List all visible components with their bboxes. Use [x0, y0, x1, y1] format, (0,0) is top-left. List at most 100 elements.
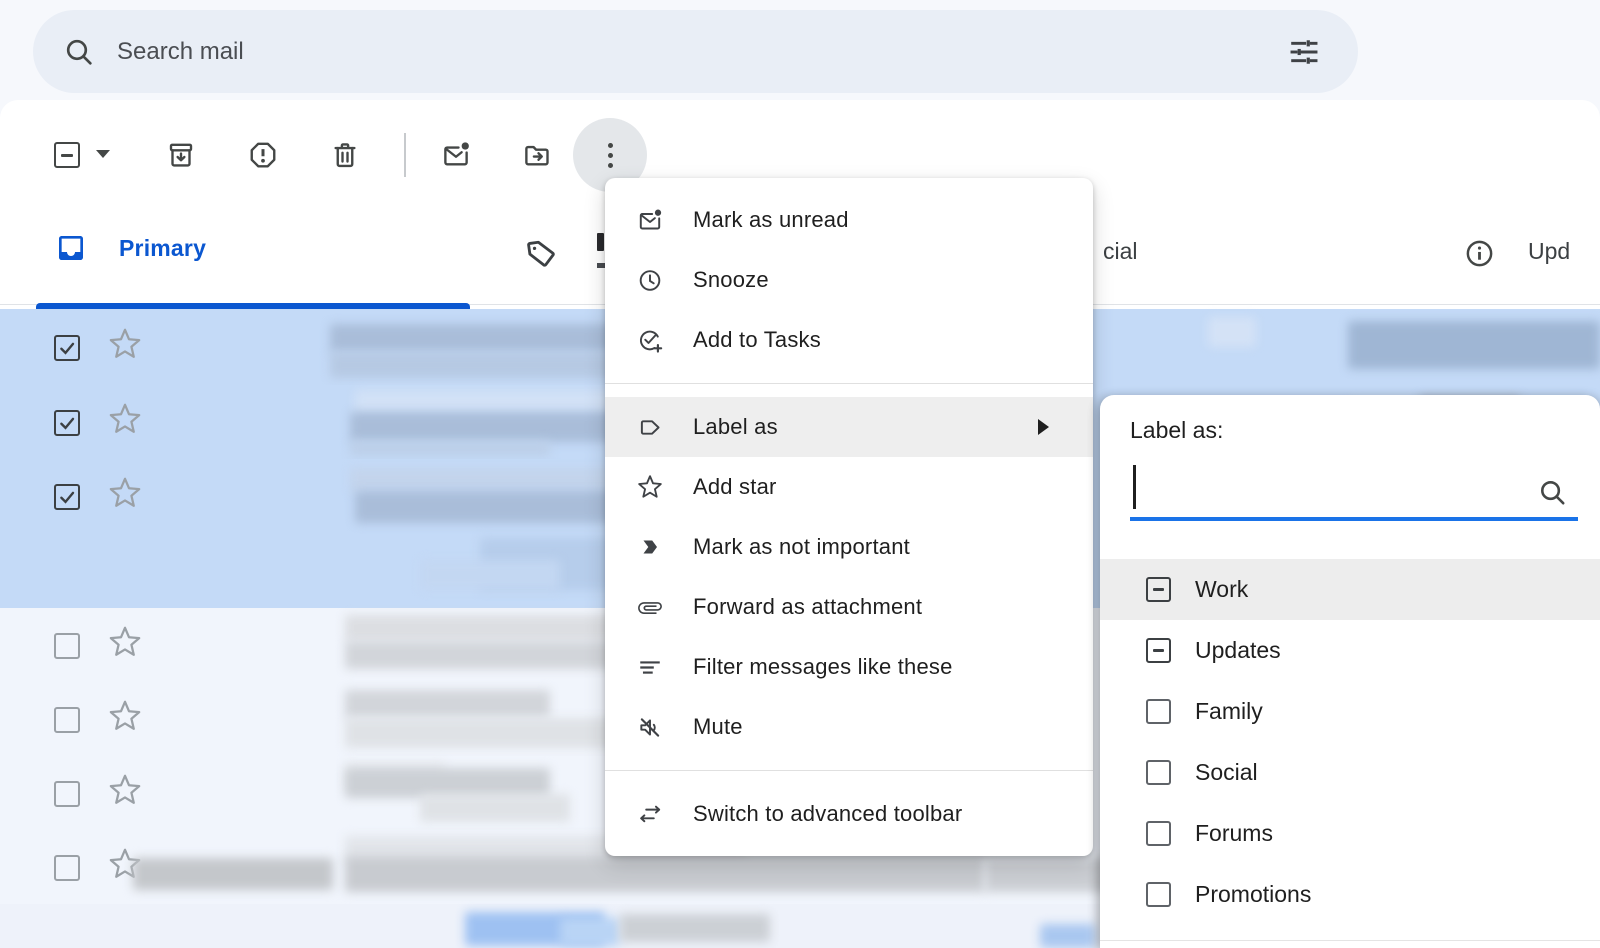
menu-item-label: Mark as not important	[693, 534, 910, 560]
search-input[interactable]: Search mail	[117, 38, 244, 66]
star-icon	[637, 473, 663, 501]
menu-item-label: Mute	[693, 714, 743, 740]
redacted-text-block	[420, 794, 570, 822]
menu-item-mark-as-unread[interactable]: Mark as unread	[605, 190, 1093, 250]
menu-item-add-star[interactable]: Add star	[605, 457, 1093, 517]
menu-item-label: Snooze	[693, 267, 769, 293]
search-icon	[1537, 477, 1568, 513]
star-icon[interactable]	[108, 773, 142, 812]
row-checkbox-checked[interactable]	[54, 335, 80, 361]
redacted-text-block	[560, 918, 620, 946]
menu-item-label: Filter messages like these	[693, 654, 953, 680]
menu-item-label: Forward as attachment	[693, 594, 922, 620]
row-checkbox[interactable]	[54, 707, 80, 733]
menu-item-switch-toolbar[interactable]: Switch to advanced toolbar	[605, 784, 1093, 844]
move-to-button[interactable]	[522, 140, 552, 170]
label-option-text: Work	[1195, 576, 1248, 603]
search-icon[interactable]	[63, 36, 95, 68]
redacted-text-block	[420, 560, 560, 590]
more-vert-icon	[608, 143, 613, 168]
label-option-forums[interactable]: Forums	[1100, 803, 1600, 864]
delete-button[interactable]	[330, 140, 360, 170]
label-option-text: Updates	[1195, 637, 1281, 664]
label-icon	[637, 414, 663, 441]
mute-icon	[637, 714, 663, 741]
checkbox-indeterminate[interactable]	[1146, 577, 1171, 602]
label-option-updates[interactable]: Updates	[1100, 620, 1600, 681]
tab-updates-label-fragment[interactable]: Upd	[1528, 238, 1570, 265]
label-option-text: Forums	[1195, 820, 1273, 847]
menu-item-filter-messages[interactable]: Filter messages like these	[605, 637, 1093, 697]
toolbar-divider	[404, 133, 406, 177]
label-option-text: Family	[1195, 698, 1263, 725]
menu-item-forward-as-attachment[interactable]: Forward as attachment	[605, 577, 1093, 637]
label-option-text: Social	[1195, 759, 1258, 786]
submenu-arrow-icon	[1038, 419, 1049, 435]
menu-item-mute[interactable]: Mute	[605, 697, 1093, 757]
label-option-family[interactable]: Family	[1100, 681, 1600, 742]
redacted-text-block	[350, 412, 620, 442]
search-filters-icon[interactable]	[1288, 36, 1320, 68]
redacted-text-block	[1348, 321, 1600, 369]
tab-social-label-fragment[interactable]: cial	[1103, 238, 1138, 265]
label-search-input[interactable]	[1133, 465, 1533, 509]
attachment-icon	[637, 594, 663, 621]
menu-divider	[605, 770, 1093, 771]
report-spam-button[interactable]	[248, 140, 278, 170]
search-bar[interactable]: Search mail	[33, 10, 1358, 93]
star-icon[interactable]	[108, 625, 142, 664]
checkbox-unchecked[interactable]	[1146, 821, 1171, 846]
select-all-checkbox[interactable]	[54, 142, 80, 168]
promotions-tag-icon[interactable]	[524, 236, 560, 277]
menu-item-snooze[interactable]: Snooze	[605, 250, 1093, 310]
mark-unread-icon	[637, 207, 663, 234]
menu-item-label: Label as	[693, 414, 778, 440]
add-to-tasks-icon	[637, 327, 663, 354]
promotions-tab-text-fragment	[597, 233, 604, 251]
gmail-app: Search mail	[0, 0, 1600, 948]
row-checkbox[interactable]	[54, 633, 80, 659]
mark-unread-button[interactable]	[441, 140, 471, 170]
star-icon[interactable]	[108, 699, 142, 738]
redacted-text-block	[1208, 317, 1256, 347]
label-search-underline	[1130, 517, 1578, 521]
menu-item-add-to-tasks[interactable]: Add to Tasks	[605, 310, 1093, 370]
menu-item-mark-not-important[interactable]: Mark as not important	[605, 517, 1093, 577]
menu-item-label-as[interactable]: Label as	[605, 397, 1093, 457]
menu-divider	[605, 383, 1093, 384]
row-checkbox[interactable]	[54, 781, 80, 807]
redacted-text-block	[345, 718, 625, 748]
swap-arrows-icon	[637, 801, 663, 828]
menu-item-label: Add star	[693, 474, 777, 500]
tab-primary-label: Primary	[119, 235, 206, 262]
indeterminate-mark	[61, 154, 73, 157]
more-options-menu: Mark as unread Snooze Add to Tasks	[605, 178, 1093, 856]
row-checkbox-checked[interactable]	[54, 484, 80, 510]
star-icon[interactable]	[108, 327, 142, 366]
menu-item-label: Switch to advanced toolbar	[693, 801, 962, 827]
row-checkbox[interactable]	[54, 855, 80, 881]
inbox-icon	[55, 232, 87, 264]
menu-item-label: Mark as unread	[693, 207, 849, 233]
checkbox-unchecked[interactable]	[1146, 699, 1171, 724]
star-icon[interactable]	[108, 476, 142, 515]
archive-button[interactable]	[166, 140, 196, 170]
row-checkbox-checked[interactable]	[54, 410, 80, 436]
label-option-work[interactable]: Work	[1100, 559, 1600, 620]
redacted-text-block	[620, 914, 770, 942]
info-icon[interactable]	[1464, 238, 1495, 274]
label-option-promotions[interactable]: Promotions	[1100, 864, 1600, 925]
snooze-icon	[637, 267, 663, 294]
checkbox-indeterminate[interactable]	[1146, 638, 1171, 663]
tab-primary[interactable]: Primary	[55, 232, 206, 264]
label-as-title: Label as:	[1130, 417, 1223, 444]
redacted-text-block	[345, 690, 550, 718]
star-icon[interactable]	[108, 402, 142, 441]
label-option-social[interactable]: Social	[1100, 742, 1600, 803]
select-dropdown-caret[interactable]	[96, 150, 110, 158]
redacted-text-block	[350, 441, 550, 456]
checkbox-unchecked[interactable]	[1146, 760, 1171, 785]
menu-item-label: Add to Tasks	[693, 327, 821, 353]
checkbox-unchecked[interactable]	[1146, 882, 1171, 907]
filter-icon	[637, 654, 663, 681]
